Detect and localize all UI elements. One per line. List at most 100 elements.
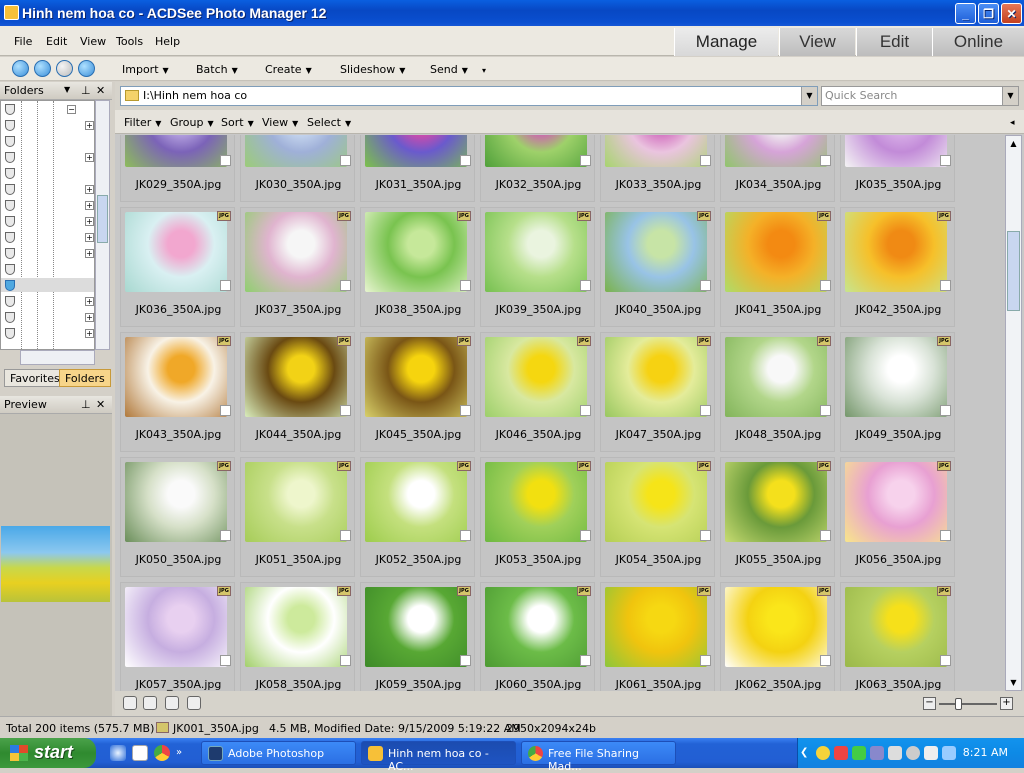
thumbnail-item[interactable]: JPG JK045_350A.jpg [360, 332, 475, 452]
thumbnail-checkbox[interactable] [580, 655, 591, 666]
thumbnail-item[interactable]: JPG JK044_350A.jpg [240, 332, 355, 452]
thumbnail-checkbox[interactable] [820, 655, 831, 666]
thumbnail-checkbox[interactable] [460, 155, 471, 166]
thumbnail-item[interactable]: JPG JK037_350A.jpg [240, 207, 355, 327]
thumbnail-item[interactable]: JPG JK058_350A.jpg [240, 582, 355, 691]
scrollbar-thumb[interactable] [1007, 231, 1020, 311]
menu-help[interactable]: Help [155, 35, 180, 48]
rotate-right-icon[interactable] [143, 696, 157, 710]
thumbnail-scrollbar[interactable]: ▲ ▼ [1005, 135, 1022, 691]
rotate-left-icon[interactable] [123, 696, 137, 710]
pane-close-icon[interactable]: ✕ [96, 84, 105, 97]
folder-tree-horizontal-scrollbar[interactable] [20, 350, 95, 365]
printer-icon[interactable] [888, 746, 902, 760]
tab-online[interactable]: Online [932, 28, 1024, 56]
pane-menu-icon[interactable]: ▼ [64, 85, 70, 94]
home-icon[interactable] [12, 60, 29, 77]
thumbnail-checkbox[interactable] [700, 405, 711, 416]
thumbnail-item[interactable]: JPGJK033_350A.jpg [600, 135, 715, 202]
sort-menu[interactable]: Sort ▼ [221, 116, 254, 129]
thumbnail-checkbox[interactable] [220, 155, 231, 166]
slideshow-menu[interactable]: Slideshow ▼ [340, 63, 405, 76]
minimize-button[interactable]: _ [955, 3, 976, 24]
thumbnail-item[interactable]: JPG JK055_350A.jpg [720, 457, 835, 577]
menu-view[interactable]: View [80, 35, 106, 48]
thumbnail-item[interactable]: JPGJK031_350A.jpg [360, 135, 475, 202]
antivirus-icon[interactable] [834, 746, 848, 760]
thumbnail-checkbox[interactable] [940, 655, 951, 666]
thumbnail-checkbox[interactable] [460, 530, 471, 541]
thumbnail-checkbox[interactable] [820, 280, 831, 291]
thumbnail-size-slider[interactable]: − + [923, 697, 1013, 711]
thumbnail-checkbox[interactable] [340, 155, 351, 166]
path-field[interactable]: I:\Hinh nem hoa co ▼ [120, 86, 818, 106]
device-icon[interactable] [924, 746, 938, 760]
thumbnail-checkbox[interactable] [220, 530, 231, 541]
task-adobe-photoshop[interactable]: Adobe Photoshop [201, 741, 356, 765]
menu-tools[interactable]: Tools [116, 35, 143, 48]
folder-tree-vertical-scrollbar[interactable] [95, 100, 110, 350]
thumbnail-checkbox[interactable] [580, 530, 591, 541]
thumbnail-item[interactable]: JPG JK050_350A.jpg [120, 457, 235, 577]
thumbnail-item[interactable]: JPG JK063_350A.jpg [840, 582, 955, 691]
group-menu[interactable]: Group ▼ [170, 116, 214, 129]
zoom-slider-thumb[interactable] [955, 698, 962, 710]
thumbnail-item[interactable]: JPGJK030_350A.jpg [240, 135, 355, 202]
filter-menu[interactable]: Filter ▼ [124, 116, 161, 129]
thumbnail-checkbox[interactable] [580, 280, 591, 291]
menu-file[interactable]: File [14, 35, 32, 48]
thumbnail-item[interactable]: JPG JK051_350A.jpg [240, 457, 355, 577]
thumbnail-checkbox[interactable] [940, 405, 951, 416]
thumbnail-item[interactable]: JPGJK035_350A.jpg [840, 135, 955, 202]
ie-icon[interactable] [110, 745, 126, 761]
thumbnail-item[interactable]: JPG JK041_350A.jpg [720, 207, 835, 327]
thumbnail-item[interactable]: JPG JK054_350A.jpg [600, 457, 715, 577]
zoom-out-icon[interactable]: − [923, 697, 936, 710]
smiley-icon[interactable] [816, 746, 830, 760]
restore-button[interactable]: ❐ [978, 3, 999, 24]
media-icon[interactable] [906, 746, 920, 760]
thumbnail-checkbox[interactable] [220, 405, 231, 416]
search-dropdown-icon[interactable]: ▼ [1002, 87, 1018, 105]
thumbnail-checkbox[interactable] [220, 280, 231, 291]
forward-arrow-icon[interactable] [56, 60, 73, 77]
thumbnail-item[interactable]: JPG JK036_350A.jpg [120, 207, 235, 327]
tab-manage[interactable]: Manage [674, 28, 778, 56]
thumbnail-item[interactable]: JPG JK042_350A.jpg [840, 207, 955, 327]
thumbnail-checkbox[interactable] [940, 530, 951, 541]
thumbnail-item[interactable]: JPG JK053_350A.jpg [480, 457, 595, 577]
create-menu[interactable]: Create ▼ [265, 63, 312, 76]
folder-tree[interactable]: − + + + + + + + + + + [0, 100, 95, 350]
thumbnail-checkbox[interactable] [820, 405, 831, 416]
refresh-icon[interactable] [165, 696, 179, 710]
up-arrow-icon[interactable] [78, 60, 95, 77]
thumbnail-checkbox[interactable] [940, 155, 951, 166]
thumbnail-item[interactable]: JPG JK046_350A.jpg [480, 332, 595, 452]
thumbnail-item[interactable]: JPG JK052_350A.jpg [360, 457, 475, 577]
thumbnail-item[interactable]: JPG JK056_350A.jpg [840, 457, 955, 577]
thumbnail-item[interactable]: JPGJK032_350A.jpg [480, 135, 595, 202]
thumbnail-item[interactable]: JPGJK034_350A.jpg [720, 135, 835, 202]
thumbnail-item[interactable]: JPG JK040_350A.jpg [600, 207, 715, 327]
favorites-tab[interactable]: Favorites [4, 369, 66, 387]
thumbnail-grid[interactable]: JPGJK029_350A.jpgJPGJK030_350A.jpgJPGJK0… [120, 135, 1005, 691]
thumbnail-item[interactable]: JPG JK039_350A.jpg [480, 207, 595, 327]
path-dropdown-icon[interactable]: ▼ [801, 87, 817, 105]
zoom-in-icon[interactable]: + [1000, 697, 1013, 710]
thumbnail-checkbox[interactable] [700, 280, 711, 291]
thumbnail-checkbox[interactable] [340, 405, 351, 416]
chrome-icon[interactable] [154, 745, 170, 761]
thumbnail-item[interactable]: JPG JK061_350A.jpg [600, 582, 715, 691]
task-chrome[interactable]: Free File Sharing Mad... [521, 741, 676, 773]
tab-edit[interactable]: Edit [856, 28, 932, 56]
thumbnail-item[interactable]: JPG JK059_350A.jpg [360, 582, 475, 691]
send-menu[interactable]: Send ▼ [430, 63, 468, 76]
clock[interactable]: 8:21 AM [963, 746, 1008, 759]
menu-edit[interactable]: Edit [46, 35, 67, 48]
speaker-icon[interactable] [942, 746, 956, 760]
thumbnail-checkbox[interactable] [340, 530, 351, 541]
thumbnail-checkbox[interactable] [460, 280, 471, 291]
shield-icon[interactable] [852, 746, 866, 760]
thumbnail-checkbox[interactable] [700, 655, 711, 666]
close-button[interactable]: ✕ [1001, 3, 1022, 24]
